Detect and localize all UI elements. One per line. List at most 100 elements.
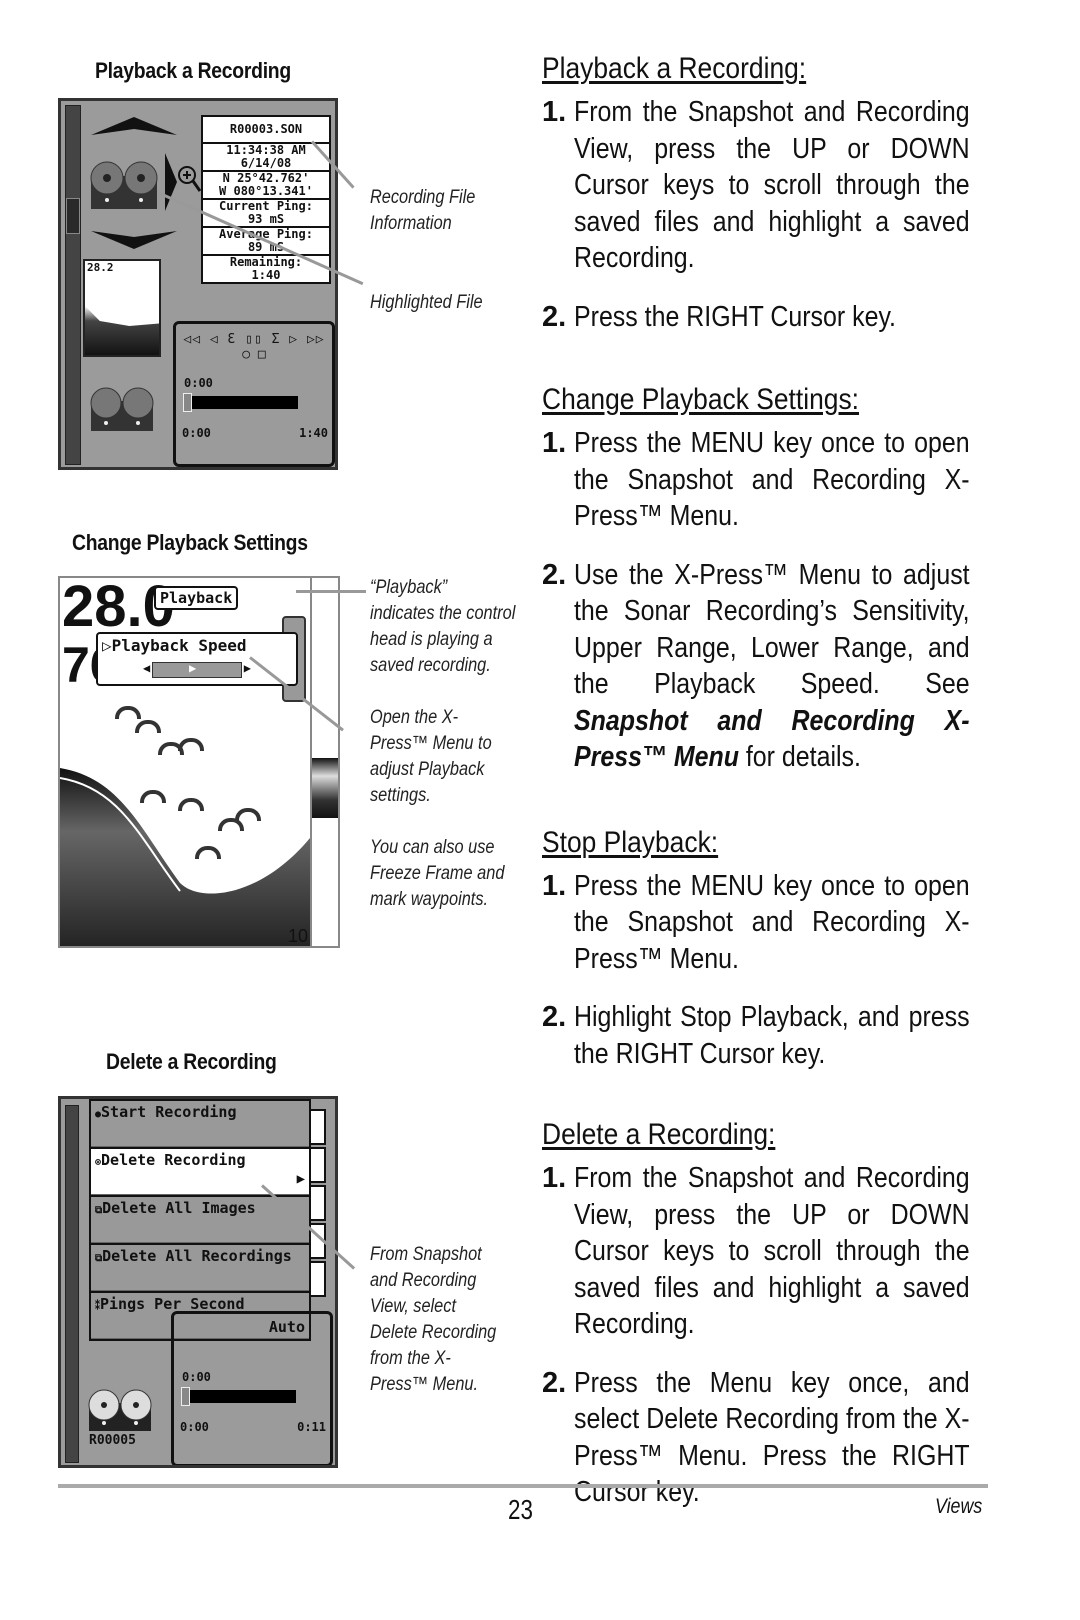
- section-heading: Stop Playback:: [542, 825, 719, 859]
- menu-item[interactable]: ⊗Delete Recording ▶: [91, 1147, 309, 1195]
- file-label: R00005: [89, 1433, 136, 1448]
- section-heading: Change Playback Settings:: [542, 383, 860, 416]
- playback-control-panel: 0:00 0:00 0:11: [171, 1311, 333, 1465]
- section-heading: Delete a Recording:: [542, 1118, 776, 1151]
- menu-item[interactable]: ⧉Delete All Recordings: [91, 1243, 309, 1291]
- step-number: 1.: [542, 869, 567, 902]
- section: Delete a Recording: 1. From the Snapshot a…: [542, 1118, 992, 1511]
- section: Playback a Recording: 1. From the Snapshot…: [542, 52, 992, 335]
- current-time: 0:00: [184, 376, 213, 390]
- step-text: Use the X-Press™ Menu to adjust the Sona…: [574, 557, 970, 776]
- chevron-down-icon[interactable]: [89, 229, 179, 251]
- scrollbar[interactable]: [65, 1105, 79, 1463]
- callout-line: [296, 590, 366, 593]
- sonar-thumbnail[interactable]: 28.2: [83, 259, 161, 357]
- callout-recording-file-info: Recording File Information: [370, 187, 476, 234]
- step-text-main: Press the MENU key once to open the Snap…: [574, 869, 970, 975]
- progress-bar[interactable]: [181, 1387, 296, 1406]
- step-number: 1.: [542, 96, 567, 128]
- callout-open-xpress: Open the X-Press™ Menu to adjust Playbac…: [370, 707, 492, 806]
- current-time: 0:00: [182, 1370, 211, 1384]
- scrollbar[interactable]: [65, 105, 81, 465]
- slider-left-arrow-icon[interactable]: ◀: [143, 661, 150, 675]
- step-number: 2.: [542, 1366, 567, 1399]
- step-number: 2.: [542, 558, 567, 591]
- section-heading: Playback a Recording:: [542, 52, 807, 85]
- step-number: 2.: [542, 1001, 567, 1033]
- page-number: 23: [508, 1494, 533, 1525]
- section-name: Views: [935, 1495, 983, 1518]
- step-text: From the Snapshot and Recording View, pr…: [574, 1160, 970, 1343]
- longitude: W 080°13.341': [219, 184, 313, 198]
- callout-delete: From Snapshot and Recording View, select…: [370, 1244, 497, 1395]
- step-text-main: From the Snapshot and Recording View, pr…: [574, 96, 970, 274]
- chevron-up-icon[interactable]: [89, 115, 179, 137]
- depth-scale-bottom: 10: [288, 926, 309, 946]
- transport-controls[interactable]: ◁◁ ◁ Ɛ ▯▯ Ʃ ▷ ▷▷: [176, 332, 332, 347]
- color-bar: [310, 578, 338, 946]
- step: 2. Press the RIGHT Cursor key.: [542, 299, 992, 336]
- callout-highlighted-file: Highlighted File: [370, 292, 483, 313]
- step-text: Press the RIGHT Cursor key.: [574, 299, 970, 336]
- step-text-main: From the Snapshot and Recording View, pr…: [574, 1162, 970, 1340]
- menu-item-label: Start Recording: [101, 1103, 237, 1121]
- step-text-main: Press the MENU key once to open the Snap…: [574, 427, 970, 532]
- section: Stop Playback: 1. Press the MENU key once …: [542, 826, 992, 1073]
- progress-bar[interactable]: [183, 393, 298, 412]
- thumbnail-depth: 28.2: [87, 261, 114, 274]
- playback-speed-label: Playback Speed: [111, 636, 247, 655]
- step-text: Press the Menu key once, and select Dele…: [574, 1365, 970, 1511]
- step-text-main: Press the RIGHT Cursor key.: [574, 300, 897, 333]
- xpress-menu-popup: ▷Playback Speed ◀ ▶ ▶: [96, 632, 298, 686]
- step: 1. From the Snapshot and Recording View, …: [542, 94, 992, 277]
- record-date: 6/14/08: [240, 156, 292, 170]
- step-text: Press the MENU key once to open the Snap…: [574, 425, 970, 535]
- slider-right-arrow-icon[interactable]: ▶: [244, 661, 251, 675]
- playback-screen: R00003.SON 11:34:38 AM 6/14/08 N 25°42.76…: [58, 98, 338, 470]
- progress-handle[interactable]: [183, 393, 192, 412]
- sonar-screen: 28.0 76 Playback ▷Playback Speed ◀ ▶ ▶ 1…: [58, 576, 340, 948]
- remaining-value: 1:40: [251, 268, 281, 282]
- step-text-main: Use the X-Press™ Menu to adjust the Sona…: [574, 558, 970, 701]
- step: 1. Press the MENU key once to open the Sn…: [542, 425, 992, 535]
- start-time: 0:00: [182, 426, 211, 440]
- step-number: 2.: [542, 300, 567, 333]
- step: 1. From the Snapshot and Recording View, …: [542, 1160, 992, 1343]
- menu-item-label: Delete Recording: [101, 1151, 246, 1169]
- play-icon: ▶: [189, 661, 197, 675]
- step-text: From the Snapshot and Recording View, pr…: [574, 94, 970, 277]
- delete-screen: ●Start Recording ⊗Delete Recording ▶ ⧉Delet…: [58, 1096, 338, 1468]
- reel-to-reel-icon: [90, 161, 158, 209]
- section: Change Playback Settings: 1. Press the MEN…: [542, 383, 992, 776]
- step-text: Highlight Stop Playback, and press the R…: [574, 999, 970, 1072]
- scrollbar-thumb[interactable]: [66, 198, 80, 234]
- progress-handle[interactable]: [181, 1387, 190, 1406]
- playback-badge: Playback: [154, 586, 239, 610]
- zoom-in-icon[interactable]: [177, 165, 203, 195]
- playback-control-panel: ◁◁ ◁ Ɛ ▯▯ Ʃ ▷ ▷▷ ○ □ 0:00 0:00 1:40: [173, 321, 335, 467]
- step: 2. Press the Menu key once, and select De…: [542, 1365, 992, 1511]
- reel-to-reel-icon: [88, 1389, 152, 1431]
- playback-speed-slider[interactable]: ◀ ▶ ▶: [143, 661, 251, 678]
- average-ping-value: 89 mS: [247, 240, 285, 254]
- figure-caption-delete: Delete a Recording: [106, 1049, 277, 1074]
- menu-item-label: Delete All Recordings: [102, 1247, 292, 1265]
- menu-item-playback-speed[interactable]: ▷Playback Speed: [98, 634, 296, 657]
- footer-rule: [58, 1484, 988, 1488]
- end-time: 0:11: [297, 1420, 326, 1434]
- instructions-column: Playback a Recording: 1. From the Snapshot…: [542, 52, 992, 1511]
- submenu-arrow-icon[interactable]: ▶: [297, 1171, 305, 1187]
- record-stop-controls[interactable]: ○ □: [176, 347, 332, 362]
- filename: R00003.SON: [203, 117, 329, 144]
- step: 1. Press the MENU key once to open the Sn…: [542, 868, 992, 978]
- reel-to-reel-icon: [90, 387, 154, 431]
- menu-item[interactable]: ⧉Delete All Images: [91, 1195, 309, 1243]
- figure-caption-settings: Change Playback Settings: [72, 530, 308, 555]
- end-time: 1:40: [299, 426, 328, 440]
- step-text-end: for details.: [738, 741, 861, 773]
- callout-playback-indicator: “Playback” indicates the control head is…: [370, 577, 516, 676]
- step: 2. Use the X-Press™ Menu to adjust the So…: [542, 557, 992, 776]
- menu-item[interactable]: ●Start Recording: [91, 1099, 309, 1147]
- callout-settings: “Playback” indicates the control head is…: [370, 575, 516, 939]
- menu-item-label: Delete All Images: [102, 1199, 256, 1217]
